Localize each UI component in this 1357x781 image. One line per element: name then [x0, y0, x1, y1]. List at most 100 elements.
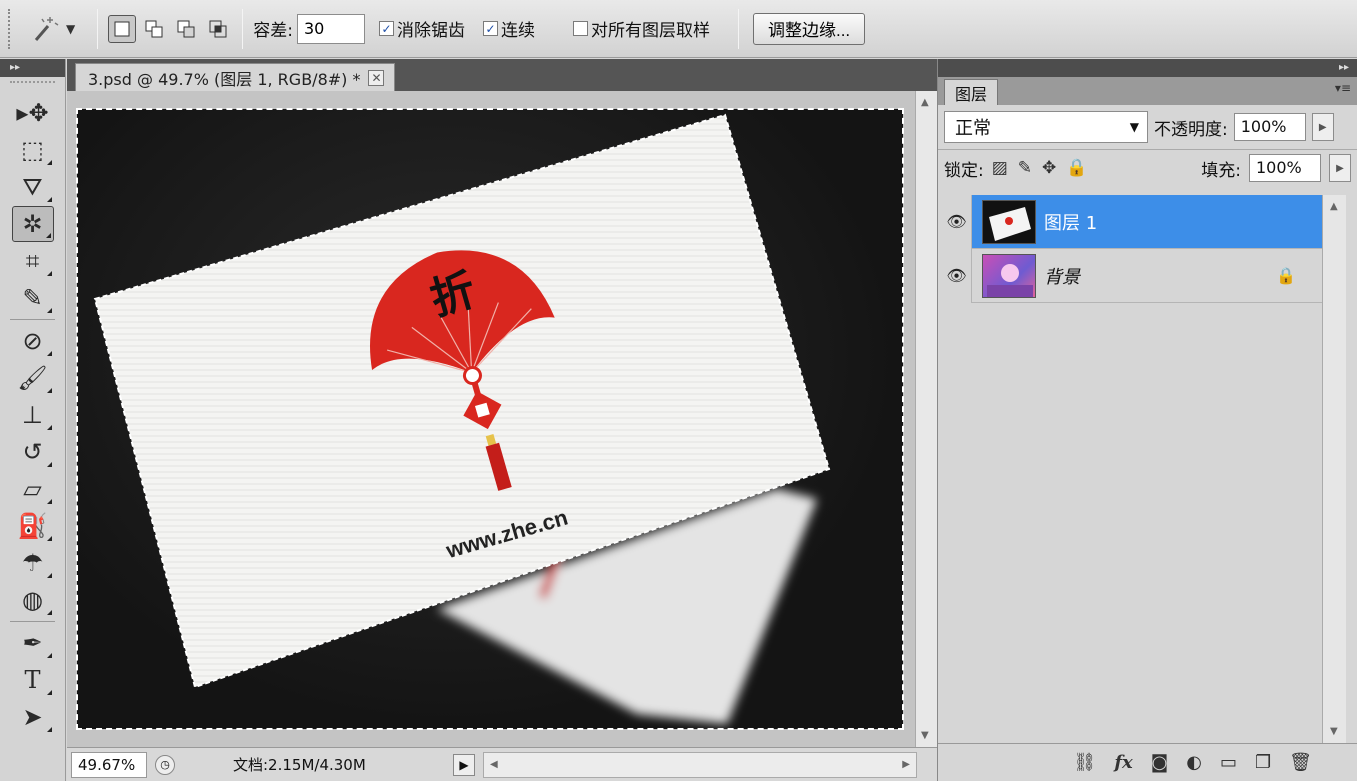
layer-thumbnail	[982, 199, 1036, 244]
marquee-tool[interactable]: ⬚	[12, 132, 54, 168]
layer-name[interactable]: 图层 1	[1044, 209, 1322, 235]
panel-menu-icon[interactable]: ▾≡	[1335, 81, 1351, 95]
fill-input[interactable]: 100%	[1249, 154, 1321, 182]
eraser-tool[interactable]: ▱	[12, 471, 54, 507]
new-layer-icon[interactable]: ❐	[1255, 752, 1271, 773]
pen-icon: ✒	[22, 629, 43, 657]
visibility-toggle[interactable]: 👁	[942, 248, 972, 303]
status-clock-icon[interactable]: ◷	[155, 754, 175, 775]
separator	[737, 8, 739, 49]
brush-icon: 🖌	[17, 364, 48, 392]
blend-mode-select[interactable]: 正常 ▼	[944, 111, 1148, 143]
tools-panel: ▸▸ ▸✥ ⬚ ⛛ ✲ ⌗ ✎ ⊘ 🖌 ⊥ ↺ ▱ ⛽ ☂ ◍ ✒ T ➤	[0, 59, 66, 781]
blur-icon: ☂	[21, 549, 44, 577]
new-selection-icon	[114, 21, 130, 36]
stamp-icon: ⊥	[22, 401, 43, 429]
anti-alias-checkbox[interactable]: ✓ 消除锯齿	[378, 16, 465, 41]
layer-name[interactable]: 背景	[1044, 263, 1276, 289]
add-to-selection-button[interactable]	[140, 15, 168, 43]
fill-label: 填充:	[1201, 160, 1241, 181]
new-selection-button[interactable]	[108, 14, 137, 43]
paint-bucket-tool[interactable]: ⛽	[12, 508, 54, 544]
status-menu-arrow-icon[interactable]: ▶	[453, 753, 475, 776]
history-brush-tool[interactable]: ↺	[12, 434, 54, 470]
options-bar-grip[interactable]	[8, 8, 14, 49]
document-tab[interactable]: 3.psd @ 49.7% (图层 1, RGB/8#) * ✕	[75, 63, 396, 91]
blend-mode-value: 正常	[955, 118, 991, 139]
magic-wand-tool[interactable]: ✲	[11, 206, 54, 242]
lock-all-icon[interactable]: 🔒	[1066, 158, 1087, 178]
lasso-tool[interactable]: ⛛	[12, 169, 54, 205]
zoom-level-field[interactable]: 49.67%	[71, 751, 147, 778]
opacity-input[interactable]: 100%	[1233, 113, 1306, 141]
intersect-selection-button[interactable]	[204, 15, 232, 43]
lock-icon: 🔒	[1276, 266, 1296, 285]
scroll-up-icon[interactable]: ▲	[1330, 201, 1338, 212]
layer-row[interactable]: 👁 背景 🔒	[942, 248, 1322, 303]
layer-mask-icon[interactable]: ◙	[1151, 752, 1168, 773]
subtract-selection-icon	[177, 20, 195, 37]
scroll-down-icon[interactable]: ▼	[1330, 726, 1338, 737]
panel-collapse-icon[interactable]: ▸▸	[938, 59, 1357, 77]
blur-tool[interactable]: ☂	[12, 545, 54, 581]
canvas-artwork: 折 www.zhe.cn	[93, 113, 831, 724]
opacity-slider-arrow-icon[interactable]: ▶	[1311, 113, 1334, 141]
crop-tool[interactable]: ⌗	[12, 243, 54, 279]
options-bar: ▼ 容差: ✓ 消除锯齿 ✓ 连续	[0, 0, 1357, 58]
link-layers-icon[interactable]: ⛓	[1073, 752, 1096, 773]
panel-tabbar: 图层 ▾≡	[938, 77, 1357, 105]
lock-position-icon[interactable]: ✥	[1042, 158, 1056, 178]
chevron-down-icon: ▼	[66, 21, 76, 36]
blend-row: 正常 ▼ 不透明度: 100% ▶	[938, 105, 1357, 149]
contiguous-checkbox[interactable]: ✓ 连续	[482, 16, 535, 41]
brush-tool[interactable]: 🖌	[12, 360, 54, 396]
selection-mode-group	[108, 14, 232, 43]
vertical-scrollbar[interactable]: ▲ ▼	[915, 91, 937, 747]
document-size-info: 文档:2.15M/4.30M	[233, 756, 366, 774]
adjustment-layer-icon[interactable]: ◐	[1186, 752, 1202, 773]
fill-slider-arrow-icon[interactable]: ▶	[1329, 154, 1351, 182]
polygon-lasso-icon: ⛛	[22, 173, 43, 201]
opacity-label: 不透明度:	[1154, 119, 1228, 140]
dodge-tool[interactable]: ◍	[12, 582, 54, 618]
pen-tool[interactable]: ✒	[12, 625, 54, 661]
horizontal-scrollbar[interactable]: ◀ ▶	[483, 751, 917, 778]
toolbox-grip[interactable]	[10, 81, 55, 91]
canvas-area[interactable]: 折 www.zhe.cn	[67, 91, 915, 747]
subtract-from-selection-button[interactable]	[172, 15, 200, 43]
tolerance-label: 容差:	[253, 21, 293, 41]
marquee-icon: ⬚	[21, 136, 44, 164]
toolbox-collapse-icon[interactable]: ▸▸	[0, 59, 65, 77]
tool-preset-picker[interactable]: ▼	[28, 12, 75, 46]
scroll-up-icon[interactable]: ▲	[921, 97, 929, 108]
visibility-toggle[interactable]: 👁	[942, 194, 972, 249]
eyedropper-tool[interactable]: ✎	[12, 280, 54, 316]
sample-all-layers-checkbox[interactable]: 对所有图层取样	[572, 16, 710, 41]
healing-brush-tool[interactable]: ⊘	[12, 323, 54, 359]
refine-edge-button[interactable]: 调整边缘...	[752, 12, 866, 45]
layer-row[interactable]: 👁 图层 1	[942, 194, 1322, 249]
image-canvas[interactable]: 折 www.zhe.cn	[76, 108, 904, 730]
scroll-right-icon[interactable]: ▶	[902, 759, 910, 770]
clone-stamp-tool[interactable]: ⊥	[12, 397, 54, 433]
eye-icon: 👁	[946, 266, 967, 285]
move-tool[interactable]: ▸✥	[12, 95, 54, 131]
type-tool[interactable]: T	[12, 662, 54, 698]
document-tab-title: 3.psd @ 49.7% (图层 1, RGB/8#) *	[88, 69, 361, 89]
tolerance-input[interactable]	[296, 13, 365, 44]
new-group-folder-icon[interactable]: ▭	[1220, 752, 1237, 773]
layers-panel-footer: ⛓ fx ◙ ◐ ▭ ❐ 🗑	[938, 743, 1357, 781]
trash-icon[interactable]: 🗑	[1289, 752, 1312, 773]
scroll-left-icon[interactable]: ◀	[490, 759, 498, 770]
document-tabbar: 3.psd @ 49.7% (图层 1, RGB/8#) * ✕	[67, 59, 937, 91]
tab-layers[interactable]: 图层	[944, 79, 999, 105]
scroll-down-icon[interactable]: ▼	[921, 730, 929, 741]
magic-wand-icon	[28, 12, 62, 46]
lock-paint-icon[interactable]: ✎	[1018, 158, 1032, 178]
path-selection-tool[interactable]: ➤	[12, 699, 54, 735]
type-icon: T	[24, 666, 41, 694]
lock-transparency-icon[interactable]: ▨	[992, 158, 1008, 178]
layers-scrollbar[interactable]: ▲ ▼	[1322, 195, 1346, 743]
close-icon[interactable]: ✕	[368, 69, 385, 86]
layer-style-fx-icon[interactable]: fx	[1114, 752, 1132, 773]
